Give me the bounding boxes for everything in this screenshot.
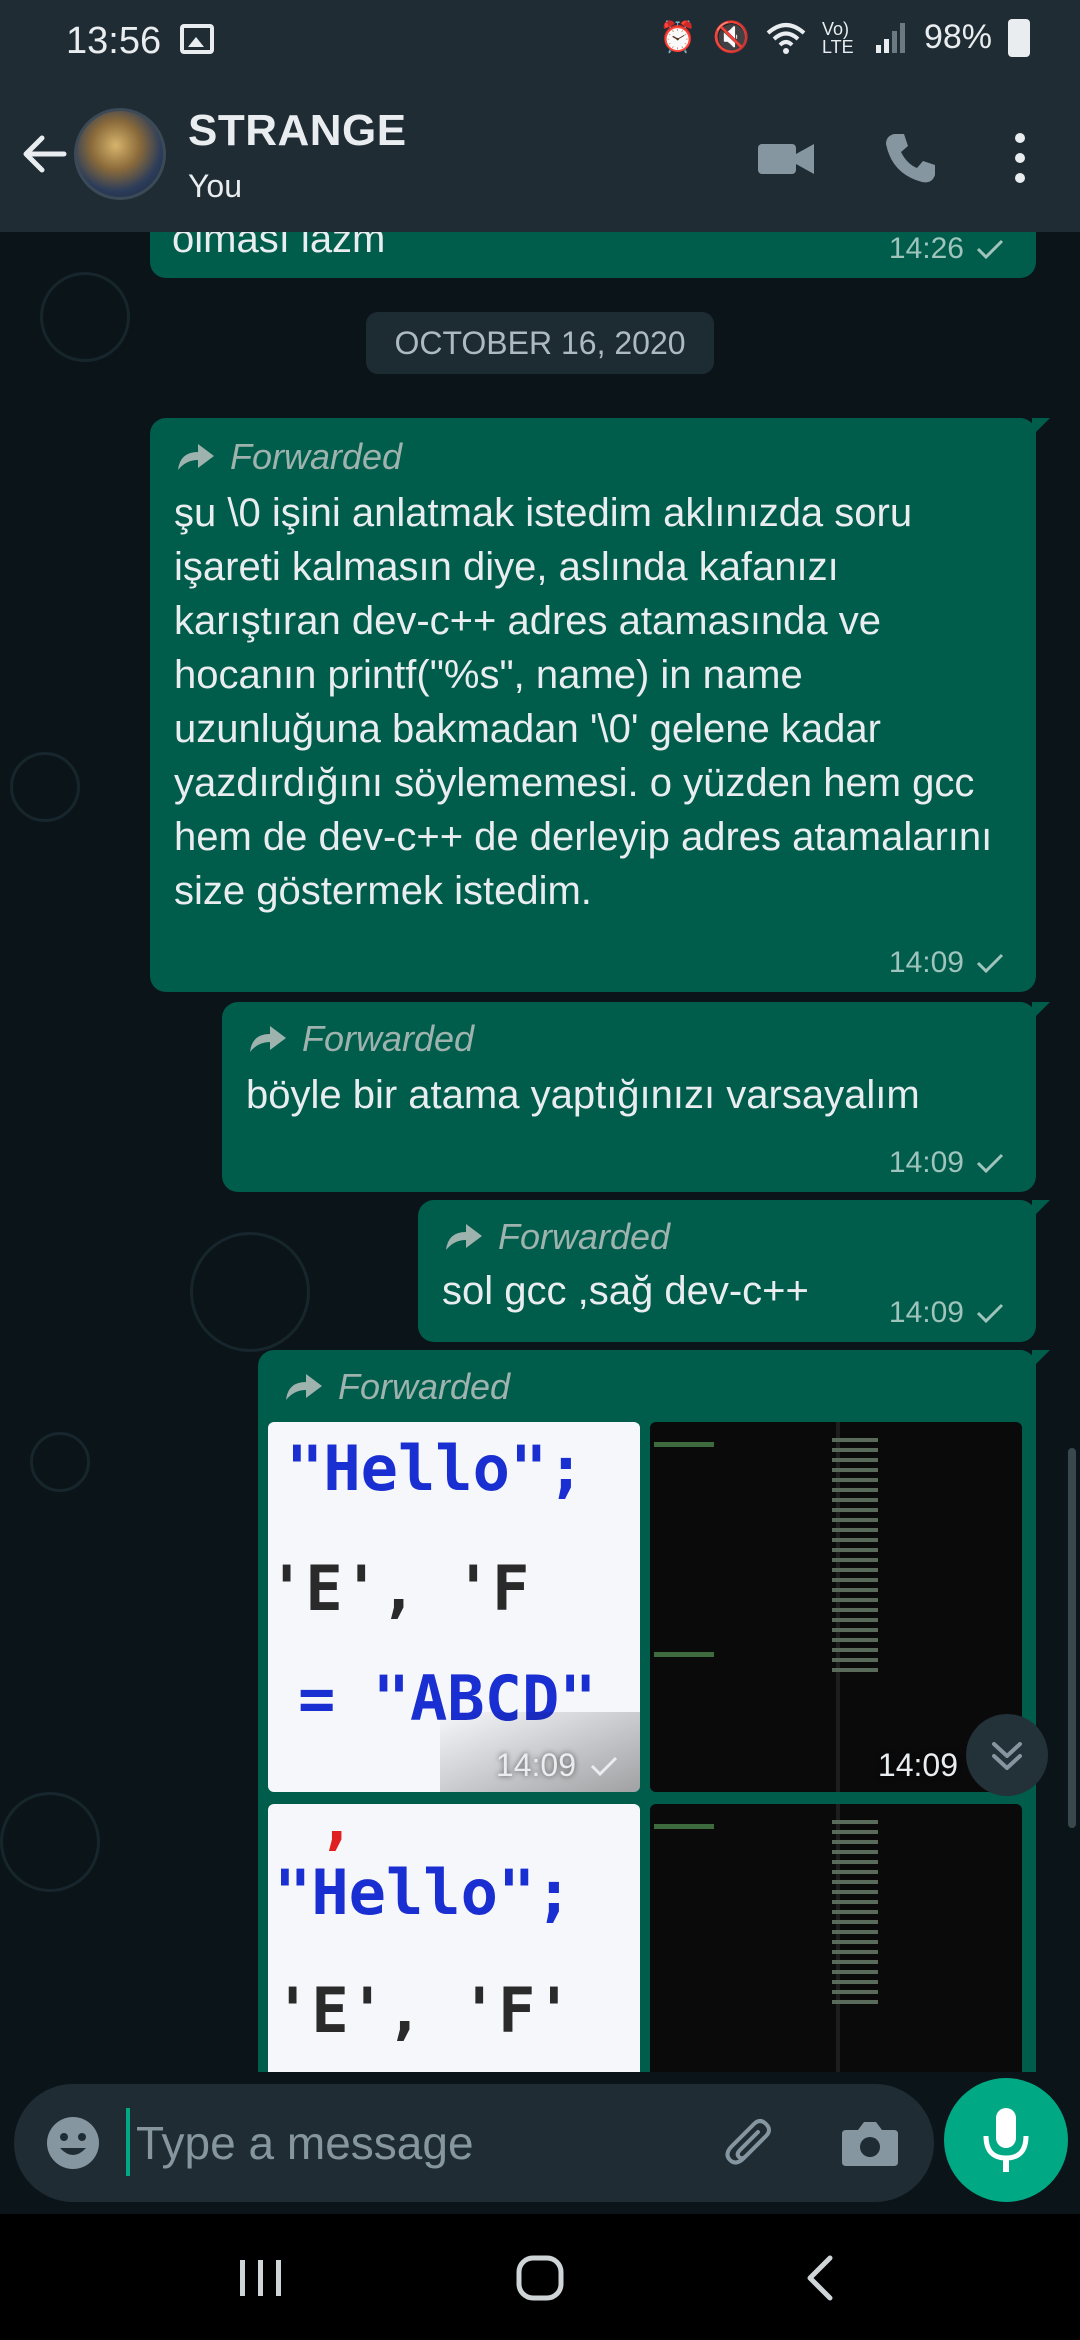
wallpaper-doodle bbox=[0, 1792, 100, 1892]
status-icons: ⏰ 🔇 Vo) LTE 98% bbox=[659, 18, 1030, 57]
mute-icon: 🔇 bbox=[712, 21, 750, 54]
network-label: Vo) LTE bbox=[821, 18, 854, 57]
attach-icon[interactable] bbox=[720, 2114, 780, 2174]
back-arrow-icon[interactable] bbox=[16, 124, 76, 184]
check-icon bbox=[590, 1756, 618, 1776]
alarm-icon: ⏰ bbox=[659, 21, 697, 54]
battery-percent: 98% bbox=[923, 18, 992, 56]
image-time: 14:09 bbox=[877, 1747, 958, 1783]
message-input[interactable] bbox=[136, 2106, 696, 2180]
image-thumbnail[interactable]: , "Hello"; 'E', 'F' bbox=[268, 1804, 640, 2072]
wallpaper-doodle bbox=[40, 272, 130, 362]
message-text: şu \0 işini anlatmak istedim aklınızda s… bbox=[174, 491, 993, 913]
system-nav-bar bbox=[0, 2214, 1080, 2340]
forwarded-label: Forwarded bbox=[442, 1216, 1012, 1258]
image-thumbnail[interactable]: "Hello"; 'E', 'F = "ABCD" 14:09 bbox=[268, 1422, 640, 1792]
code-line: , bbox=[318, 1804, 356, 1857]
message-meta: 14:09 bbox=[889, 946, 1006, 980]
check-icon bbox=[976, 1153, 1004, 1174]
terminal-line bbox=[654, 1442, 714, 1447]
code-line: 'E', 'F' bbox=[274, 1974, 573, 2047]
date-separator: OCTOBER 16, 2020 bbox=[366, 312, 714, 374]
camera-icon[interactable] bbox=[840, 2116, 900, 2170]
media-message-bubble[interactable]: Forwarded "Hello"; 'E', 'F = "ABCD" 14:0… bbox=[258, 1350, 1050, 2072]
message-meta: 14:09 bbox=[889, 1296, 1006, 1330]
message-bubble[interactable]: olması lazm 14:26 bbox=[150, 232, 1036, 278]
message-text: böyle bir atama yaptığınızı varsayalım bbox=[246, 1073, 920, 1117]
forwarded-label: Forwarded bbox=[282, 1366, 1016, 1408]
forward-arrow-icon bbox=[286, 1374, 322, 1400]
message-text: olması lazm bbox=[172, 232, 386, 261]
contact-name[interactable]: STRANGE bbox=[188, 106, 407, 156]
message-meta: 14:09 bbox=[889, 1146, 1006, 1180]
status-bar: 13:56 ⏰ 🔇 Vo) LTE 98% bbox=[0, 0, 1080, 84]
forwarded-label: Forwarded bbox=[174, 436, 1012, 478]
forward-arrow-icon bbox=[178, 444, 214, 470]
video-call-icon[interactable] bbox=[756, 128, 816, 188]
chat-messages-area[interactable]: olması lazm 14:26 OCTOBER 16, 2020 Forwa… bbox=[0, 232, 1080, 2072]
image-meta: 14:09 bbox=[496, 1747, 620, 1784]
check-icon bbox=[976, 239, 1004, 260]
code-line: "Hello"; bbox=[274, 1856, 573, 1929]
check-icon bbox=[976, 953, 1004, 974]
chat-header: STRANGE You bbox=[0, 84, 1080, 232]
message-bubble[interactable]: Forwarded böyle bir atama yaptığınızı va… bbox=[222, 1002, 1050, 1192]
forward-arrow-icon bbox=[250, 1026, 286, 1052]
wallpaper-doodle bbox=[30, 1432, 90, 1492]
forwarded-text: Forwarded bbox=[230, 436, 403, 477]
whatsapp-chat-screen: 13:56 ⏰ 🔇 Vo) LTE 98% STRANGE You olması… bbox=[0, 0, 1080, 2340]
back-nav-icon[interactable] bbox=[786, 2248, 856, 2308]
forwarded-text: Forwarded bbox=[498, 1216, 671, 1257]
mic-button[interactable] bbox=[944, 2078, 1068, 2202]
chat-scrollbar[interactable] bbox=[1068, 1448, 1076, 1828]
contact-subtitle[interactable]: You bbox=[188, 168, 242, 205]
image-time: 14:09 bbox=[495, 1747, 576, 1783]
forwarded-label: Forwarded bbox=[246, 1018, 1012, 1060]
message-time: 14:09 bbox=[888, 946, 964, 979]
forwarded-text: Forwarded bbox=[338, 1366, 511, 1407]
message-time: 14:09 bbox=[888, 1296, 964, 1329]
message-time: 14:09 bbox=[888, 1146, 964, 1179]
wallpaper-doodle bbox=[190, 1232, 310, 1352]
wifi-icon bbox=[766, 22, 806, 54]
phone-icon[interactable] bbox=[880, 128, 940, 188]
message-input-bar bbox=[14, 2084, 934, 2202]
avatar[interactable] bbox=[74, 108, 166, 200]
signal-icon bbox=[875, 22, 905, 53]
code-line: "Hello"; bbox=[286, 1432, 585, 1505]
scroll-down-icon bbox=[992, 1742, 1022, 1770]
message-time: 14:26 bbox=[888, 232, 964, 265]
recent-apps-icon[interactable] bbox=[226, 2248, 296, 2308]
emoji-icon[interactable] bbox=[44, 2114, 102, 2172]
code-line: 'E', 'F bbox=[268, 1552, 530, 1625]
forward-arrow-icon bbox=[446, 1224, 482, 1250]
home-icon[interactable] bbox=[505, 2248, 575, 2308]
battery-icon bbox=[1008, 18, 1030, 57]
mic-icon bbox=[983, 2108, 1029, 2172]
forwarded-text: Forwarded bbox=[302, 1018, 475, 1059]
more-menu-icon[interactable] bbox=[1000, 128, 1040, 188]
scroll-down-button[interactable] bbox=[966, 1714, 1048, 1796]
message-meta: 14:26 bbox=[889, 232, 1006, 266]
wallpaper-doodle bbox=[10, 752, 80, 822]
terminal-output bbox=[832, 1814, 892, 2010]
text-cursor bbox=[126, 2108, 130, 2176]
terminal-output bbox=[832, 1432, 892, 1678]
check-icon bbox=[976, 1303, 1004, 1324]
status-time: 13:56 bbox=[66, 20, 162, 62]
terminal-line bbox=[654, 1652, 714, 1657]
message-bubble[interactable]: Forwarded sol gcc ,sağ dev-c++ 14:09 bbox=[418, 1200, 1050, 1342]
terminal-line bbox=[654, 1824, 714, 1829]
message-bubble[interactable]: Forwarded şu \0 işini anlatmak istedim a… bbox=[150, 418, 1050, 992]
gallery-notification-icon bbox=[180, 24, 214, 54]
image-thumbnail[interactable] bbox=[650, 1804, 1022, 2072]
